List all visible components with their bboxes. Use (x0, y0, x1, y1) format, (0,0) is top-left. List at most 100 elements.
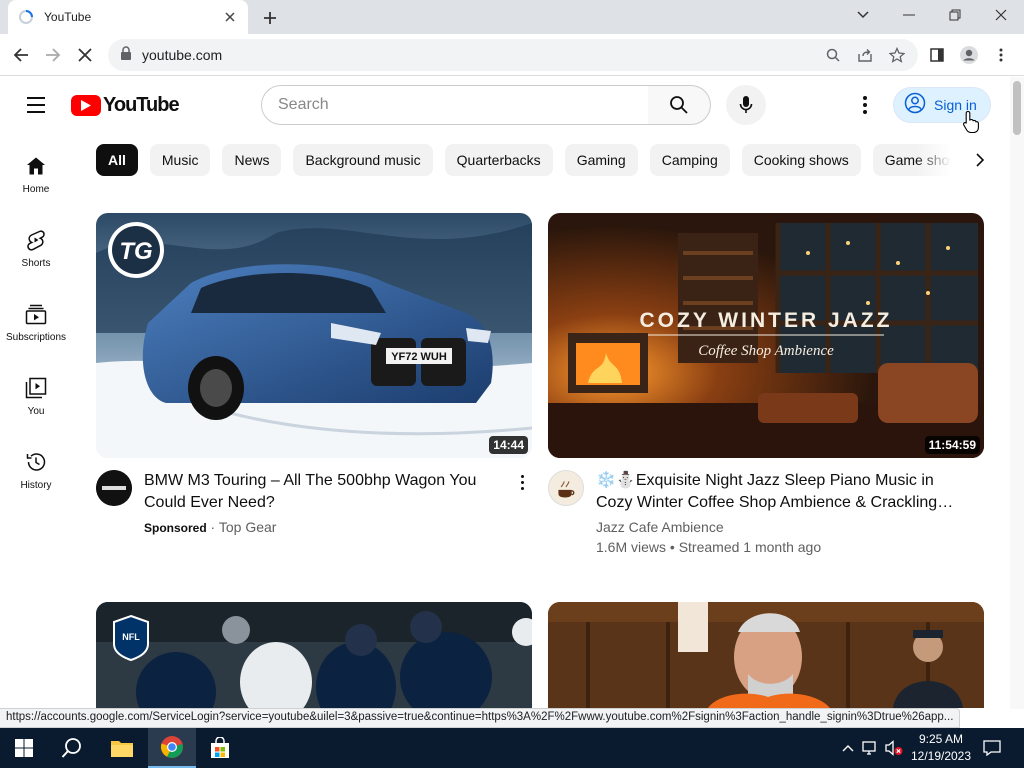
car-thumbnail-image: YF72 WUH TG (96, 213, 532, 458)
video-title[interactable]: BMW M3 Touring – All The 500bhp Wagon Yo… (144, 470, 508, 514)
video-thumbnail[interactable]: YF72 WUH TG 14:44 (96, 213, 532, 458)
youtube-header: YouTube Search Sign in (0, 77, 1010, 133)
channel-avatar[interactable] (96, 470, 132, 506)
sidebar-item-shorts[interactable]: Shorts (0, 214, 72, 288)
zoom-search-icon[interactable] (824, 46, 842, 64)
video-thumbnail[interactable]: NFL (96, 602, 532, 708)
sidebar-item-label: You (27, 406, 45, 417)
sidebar-item-subscriptions[interactable]: Subscriptions (0, 288, 72, 362)
volume-muted-icon[interactable] (884, 738, 904, 758)
chip-all[interactable]: All (96, 144, 138, 176)
tab-search-icon[interactable] (840, 0, 886, 30)
microphone-icon (739, 96, 753, 113)
chevron-right-icon (976, 153, 984, 167)
byline-separator: · (206, 519, 219, 535)
file-explorer-button[interactable] (98, 728, 146, 768)
courtroom-thumbnail-image (548, 602, 984, 708)
browser-tab-strip: YouTube (0, 0, 1024, 34)
youtube-logo[interactable]: YouTube (71, 94, 180, 116)
tab-title: YouTube (44, 10, 92, 24)
video-meta: ❄️⛄Exquisite Night Jazz Sleep Piano Musi… (548, 470, 984, 556)
you-library-icon (24, 376, 48, 400)
minimize-button[interactable] (886, 0, 932, 30)
back-button[interactable] (6, 40, 36, 70)
search-input[interactable]: Search (261, 85, 649, 125)
mini-guide: Home Shorts Subscriptions You History (0, 140, 72, 510)
store-taskbar-button[interactable] (196, 728, 244, 768)
clock-time: 9:25 AM (918, 732, 964, 746)
football-thumbnail-image: NFL (96, 602, 532, 708)
page-scrollbar[interactable] (1010, 77, 1024, 709)
video-byline: Sponsored · Top Gear (144, 518, 508, 537)
shorts-icon (24, 228, 48, 252)
chips-next-button[interactable] (966, 144, 994, 176)
profile-avatar-icon[interactable] (954, 40, 984, 70)
video-meta: BMW M3 Touring – All The 500bhp Wagon Yo… (96, 470, 532, 537)
video-title[interactable]: ❄️⛄Exquisite Night Jazz Sleep Piano Musi… (596, 470, 960, 514)
side-panel-icon[interactable] (922, 40, 952, 70)
stop-loading-button[interactable] (70, 40, 100, 70)
channel-avatar[interactable] (548, 470, 584, 506)
address-bar[interactable]: youtube.com (108, 39, 918, 71)
system-clock[interactable]: 9:25 AM 12/19/2023 (906, 731, 976, 765)
home-icon (24, 154, 48, 178)
sidebar-item-label: Shorts (21, 258, 51, 269)
video-thumbnail[interactable]: COZY WINTER JAZZ Coffee Shop Ambience 11… (548, 213, 984, 458)
address-url[interactable]: youtube.com (142, 47, 222, 63)
sidebar-item-label: Home (22, 184, 50, 195)
guide-menu-button[interactable] (20, 89, 52, 121)
browser-toolbar: youtube.com (0, 34, 1024, 76)
video-card[interactable]: COZY WINTER JAZZ Coffee Shop Ambience 11… (548, 213, 984, 556)
windows-logo-icon (15, 739, 33, 757)
sidebar-item-home[interactable]: Home (0, 140, 72, 214)
chip-news[interactable]: News (222, 144, 282, 176)
settings-menu-button[interactable] (853, 93, 877, 117)
taskbar-search-button[interactable] (48, 728, 96, 768)
filter-chips-bar: All Music News Background music Quarterb… (96, 144, 966, 176)
start-button[interactable] (0, 728, 48, 768)
lock-icon[interactable] (120, 45, 132, 65)
video-card[interactable]: YF72 WUH TG 14:44 BMW M3 Touring – All T… (96, 213, 532, 537)
chip-camping[interactable]: Camping (649, 144, 730, 176)
bookmark-star-icon[interactable] (888, 46, 906, 64)
forward-button[interactable] (38, 40, 68, 70)
video-thumbnail[interactable] (548, 602, 984, 708)
close-window-button[interactable] (978, 0, 1024, 30)
scrollbar-thumb[interactable] (1013, 81, 1021, 135)
browser-tab[interactable]: YouTube (8, 0, 248, 34)
chevron-up-icon[interactable] (838, 738, 858, 758)
store-bag-icon (211, 737, 229, 758)
video-stats: 1.6M views • Streamed 1 month ago (596, 539, 822, 555)
channel-name[interactable]: Jazz Cafe Ambience (596, 518, 960, 536)
sidebar-item-history[interactable]: History (0, 436, 72, 510)
thumb-subheading-text: Coffee Shop Ambience (698, 343, 834, 359)
license-plate-text: YF72 WUH (391, 351, 447, 363)
thumb-heading-text: COZY WINTER JAZZ (640, 309, 893, 332)
chip-quarterbacks[interactable]: Quarterbacks (444, 144, 553, 176)
subscriptions-icon (24, 302, 48, 326)
new-tab-button[interactable] (258, 6, 282, 30)
chip-cooking-shows[interactable]: Cooking shows (741, 144, 861, 176)
play-logo-icon (71, 94, 101, 116)
chrome-taskbar-button[interactable] (148, 728, 196, 768)
video-card[interactable] (548, 602, 984, 708)
close-tab-icon[interactable] (222, 9, 238, 25)
video-more-button[interactable] (512, 470, 532, 494)
nfl-badge-text: NFL (122, 632, 140, 642)
account-circle-icon (904, 92, 926, 119)
jazz-cafe-thumbnail-image: COZY WINTER JAZZ Coffee Shop Ambience (548, 213, 984, 458)
sidebar-item-you[interactable]: You (0, 362, 72, 436)
share-icon[interactable] (856, 46, 874, 64)
chip-background-music[interactable]: Background music (293, 144, 433, 176)
restore-button[interactable] (932, 0, 978, 30)
sidebar-item-label: Subscriptions (5, 332, 67, 343)
browser-menu-icon[interactable] (986, 40, 1016, 70)
channel-name[interactable]: Top Gear (219, 519, 277, 535)
chip-music[interactable]: Music (149, 144, 211, 176)
voice-search-button[interactable] (726, 85, 766, 125)
network-icon[interactable] (860, 738, 880, 758)
chip-gaming[interactable]: Gaming (564, 144, 638, 176)
search-button[interactable] (648, 85, 711, 125)
notifications-icon[interactable] (982, 738, 1002, 758)
video-card[interactable]: NFL (96, 602, 532, 708)
